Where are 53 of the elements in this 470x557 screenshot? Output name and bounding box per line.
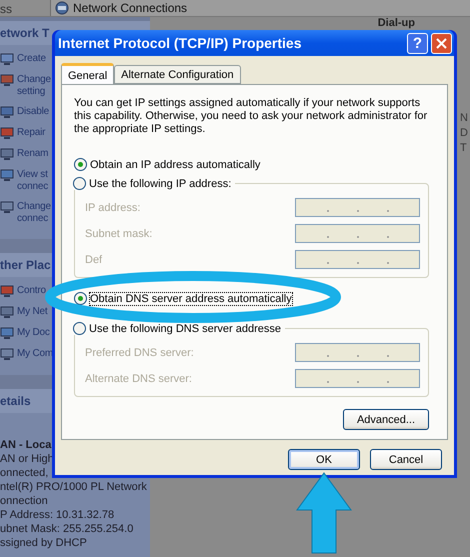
task-link[interactable]: Renam — [17, 148, 53, 160]
cancel-button[interactable]: Cancel — [370, 449, 442, 470]
description-text: You can get IP settings assigned automatically if your network supports this capability. Otherwise, you need to ask your network administrator for the appropriate IP settings. — [74, 97, 428, 136]
detail-text: ubnet Mask: 255.255.254.0 — [0, 523, 134, 536]
field-label: Def — [85, 254, 102, 266]
advanced-button[interactable]: Advanced... — [343, 409, 429, 430]
radio-button[interactable] — [74, 158, 87, 171]
detail-text: ntel(R) PRO/1000 PL Network — [0, 481, 148, 494]
computer-icon — [0, 148, 14, 161]
radio-button[interactable] — [73, 322, 86, 335]
close-button[interactable] — [431, 32, 452, 54]
detail-text: onnection — [0, 495, 49, 508]
task-link[interactable]: View st connec — [17, 169, 53, 193]
computer-icon — [0, 169, 14, 182]
radio-button[interactable] — [74, 292, 87, 305]
radio-label[interactable]: Obtain an IP address automatically — [90, 158, 260, 170]
radio-button[interactable] — [73, 177, 86, 190]
help-button[interactable]: ? — [407, 32, 428, 54]
tab[interactable]: General — [61, 63, 114, 85]
radio-label[interactable]: Use the following DNS server addresse — [89, 322, 281, 334]
field-label: Preferred DNS server: — [85, 346, 194, 358]
radio-label[interactable]: Use the following IP address: — [89, 178, 232, 190]
task-link[interactable]: Change setting — [17, 74, 53, 98]
tab[interactable]: Alternate Configuration — [114, 65, 241, 84]
computer-icon — [0, 106, 14, 119]
detail-text: P Address: 10.31.32.78 — [0, 509, 116, 522]
network-icon — [55, 1, 69, 15]
computer-icon — [0, 285, 14, 298]
detail-text: ssigned by DHCP — [0, 537, 88, 550]
item-text: T — [460, 141, 468, 156]
group-heading: Dial-up — [378, 17, 415, 29]
task-link[interactable]: Disable — [17, 106, 53, 118]
computer-icon — [0, 74, 14, 87]
computer-icon — [0, 127, 14, 140]
computer-icon — [0, 53, 14, 66]
task-link[interactable]: Change connec — [17, 201, 53, 225]
detail-text: AN - Loca — [0, 439, 52, 452]
address-field[interactable]: Network Connections — [51, 0, 470, 16]
task-link[interactable]: Repair — [17, 127, 53, 139]
task-link[interactable]: Create — [17, 53, 53, 65]
task-link[interactable]: My Net — [17, 306, 53, 318]
computer-icon — [0, 327, 14, 340]
item-text: D — [460, 126, 469, 141]
ok-button[interactable]: OK — [288, 449, 360, 470]
field-label: Subnet mask: — [85, 228, 152, 240]
field-label: IP address: — [85, 202, 140, 214]
computer-icon — [0, 306, 14, 319]
radio-label[interactable]: Obtain DNS server address automatically — [90, 292, 292, 304]
detail-text: onnected, — [0, 467, 50, 480]
task-link[interactable]: My Doc — [17, 327, 53, 339]
field-label: Alternate DNS server: — [85, 372, 192, 384]
close-icon — [436, 38, 447, 48]
item-text: N — [460, 111, 469, 126]
